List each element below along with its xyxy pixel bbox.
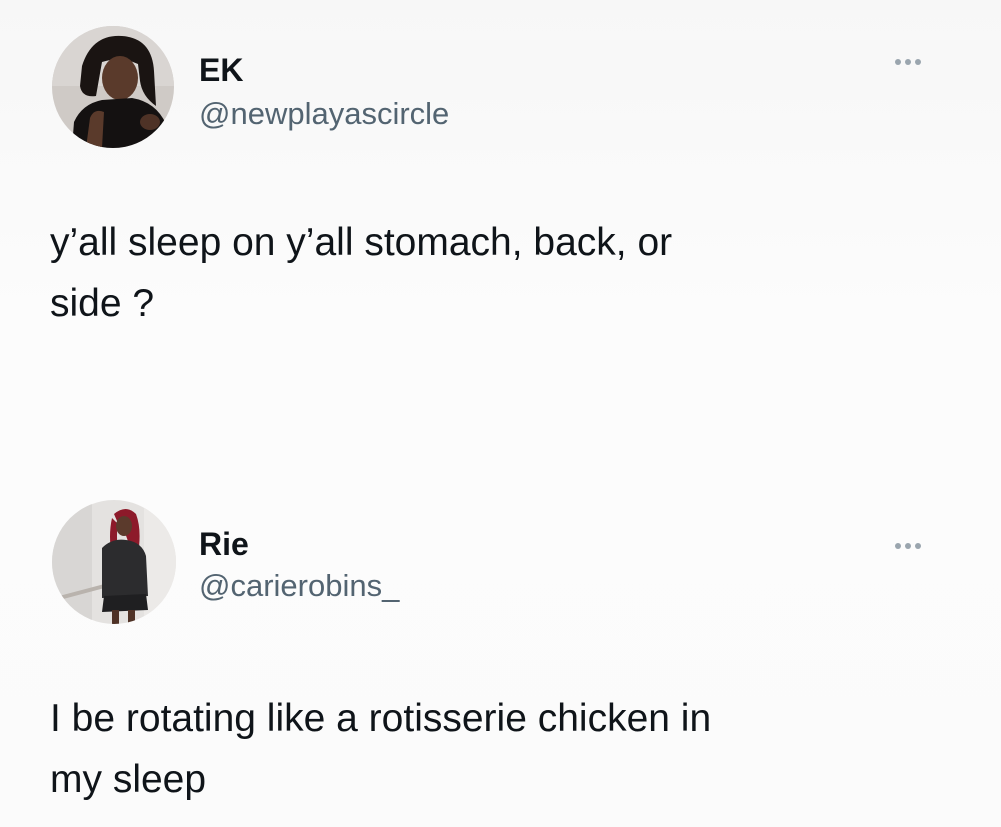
user-handle[interactable]: @newplayascircle [199, 96, 449, 132]
profile-photo-icon [52, 26, 174, 148]
tweet-text: I be rotating like a rotisserie chicken … [50, 697, 712, 801]
more-options-icon-dot-2 [905, 543, 911, 549]
more-options-button[interactable] [893, 52, 937, 72]
tweet-screenshot: EK @newplayascircle y’all sleep on y’all… [0, 0, 1001, 827]
profile-photo-icon [52, 500, 176, 624]
more-options-icon [895, 543, 901, 549]
more-options-icon-dot-2 [905, 59, 911, 65]
tweet-rie: Rie @carierobins_ I be rotating like a r… [0, 470, 1001, 827]
user-handle[interactable]: @carierobins_ [199, 568, 399, 604]
display-name[interactable]: Rie [199, 526, 249, 562]
avatar-ek[interactable] [52, 26, 174, 148]
more-options-button[interactable] [893, 536, 937, 556]
more-options-icon [895, 59, 901, 65]
more-options-icon-dot-3 [915, 543, 921, 549]
more-options-icon-dot-3 [915, 59, 921, 65]
avatar-rie[interactable] [52, 500, 176, 624]
tweet-ek: EK @newplayascircle y’all sleep on y’all… [0, 0, 1001, 470]
display-name[interactable]: EK [199, 52, 243, 88]
tweet-text: y’all sleep on y’all stomach, back, or s… [50, 221, 673, 325]
